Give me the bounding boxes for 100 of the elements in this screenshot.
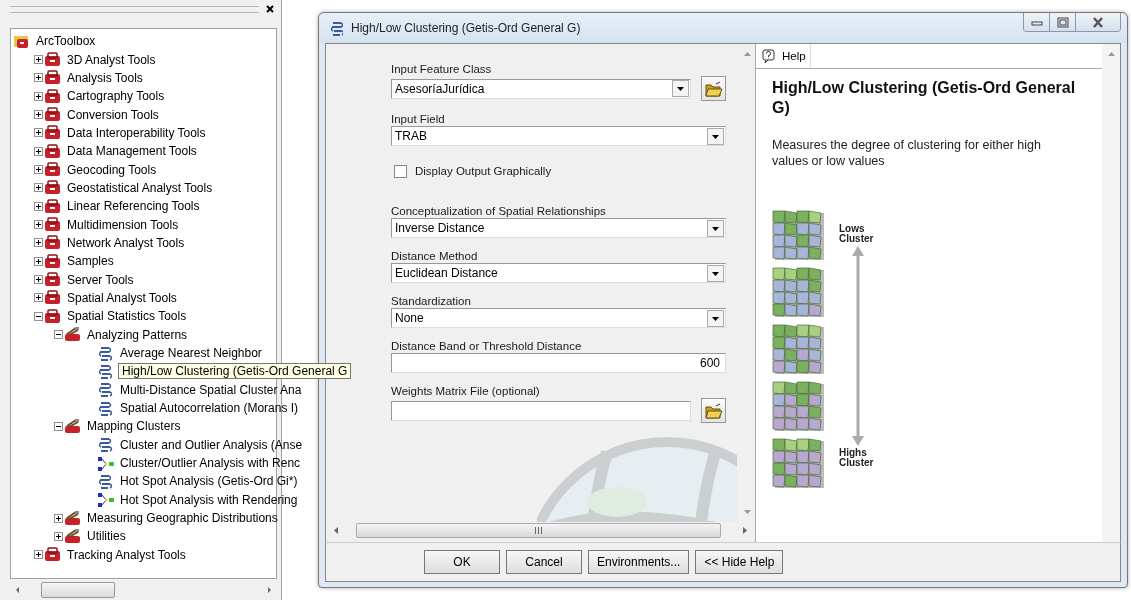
field-label: Distance Band or Threshold Distance — [391, 339, 583, 353]
script-icon — [97, 381, 114, 399]
field-label: Input Feature Class — [391, 62, 493, 76]
dropdown-field[interactable]: Euclidean Distance — [391, 263, 726, 283]
expand-icon[interactable] — [34, 183, 43, 193]
toolbox-icon — [44, 252, 61, 270]
collapse-icon[interactable] — [54, 421, 63, 431]
expand-icon[interactable] — [34, 201, 43, 211]
toolbox-icon — [44, 307, 61, 325]
toolbox-icon — [44, 69, 61, 87]
collapse-icon[interactable] — [34, 311, 43, 321]
tree-item[interactable]: Utilities — [85, 529, 128, 544]
input-field[interactable]: 600 — [391, 353, 726, 373]
browse-button[interactable] — [701, 398, 726, 423]
tree-item[interactable]: Cartography Tools — [65, 89, 167, 104]
toolset-icon — [64, 417, 81, 435]
tree-item[interactable]: High/Low Clustering (Getis-Ord General G — [118, 363, 352, 380]
map-thumbnail — [772, 438, 824, 488]
tree-item[interactable]: ArcToolbox — [34, 34, 98, 49]
scroll-left-icon[interactable] — [334, 526, 338, 534]
minimize-button[interactable] — [1024, 13, 1050, 31]
tree-item[interactable]: Spatial Statistics Tools — [65, 309, 189, 324]
checkbox-label[interactable]: Display Output Graphically — [415, 164, 552, 178]
tree-item[interactable]: Cluster and Outlier Analysis (Anse — [118, 437, 305, 452]
map-thumbnail — [772, 381, 824, 431]
tree-item[interactable]: Geostatistical Analyst Tools — [65, 180, 215, 195]
dialog-button[interactable]: << Hide Help — [695, 550, 784, 574]
tree-item[interactable]: Spatial Analyst Tools — [65, 291, 179, 305]
tree-item[interactable]: Tracking Analyst Tools — [65, 547, 188, 562]
tree-item[interactable]: Linear Referencing Tools — [65, 199, 202, 214]
toolbox-icon — [44, 124, 61, 142]
toolbox-icon — [44, 106, 61, 124]
toolbox-icon — [44, 51, 61, 68]
tree-item[interactable]: Samples — [65, 254, 116, 269]
expand-icon[interactable] — [34, 55, 43, 64]
script-icon — [97, 472, 114, 490]
field-label: Weights Matrix File (optional) — [391, 384, 541, 398]
expand-icon[interactable] — [34, 110, 43, 120]
expand-icon[interactable] — [34, 146, 43, 156]
scroll-right-icon[interactable] — [743, 526, 747, 534]
dialog-button[interactable]: Cancel — [506, 550, 582, 574]
checkbox[interactable] — [394, 164, 407, 178]
tree-item[interactable]: Data Management Tools — [65, 144, 199, 159]
expand-icon[interactable] — [34, 165, 43, 175]
tree-item[interactable]: Analyzing Patterns — [85, 327, 190, 342]
expand-icon[interactable] — [34, 550, 43, 560]
collapse-icon[interactable] — [54, 330, 63, 340]
tree-item[interactable]: Cluster/Outlier Analysis with Renc — [118, 456, 303, 471]
tree-item[interactable]: Data Interoperability Tools — [65, 125, 208, 140]
scroll-up-icon[interactable] — [1107, 52, 1115, 56]
toolbox-icon — [44, 289, 61, 307]
tree-item[interactable]: Hot Spot Analysis with Rendering — [118, 492, 300, 507]
expand-icon[interactable] — [34, 275, 43, 285]
browse-button[interactable] — [701, 76, 726, 101]
maximize-button[interactable] — [1050, 13, 1076, 31]
expand-icon[interactable] — [34, 73, 43, 83]
expand-icon[interactable] — [54, 513, 63, 523]
expand-icon[interactable] — [54, 531, 63, 541]
tree-item[interactable]: Multi-Distance Spatial Cluster Ana — [118, 382, 304, 397]
dropdown-field[interactable]: None — [391, 308, 726, 328]
expand-icon[interactable] — [34, 293, 43, 303]
dialog-button[interactable]: Environments... — [588, 550, 690, 574]
scroll-thumb[interactable] — [41, 581, 115, 598]
dropdown-field[interactable]: Inverse Distance — [391, 218, 726, 238]
tree-item[interactable]: Conversion Tools — [65, 107, 161, 122]
folder-icon — [704, 79, 723, 98]
tree-item[interactable]: Server Tools — [65, 272, 136, 287]
dropdown-field[interactable]: TRAB — [391, 126, 726, 146]
field-label: Distance Method — [391, 249, 479, 263]
expand-icon[interactable] — [34, 238, 43, 248]
map-thumbnail — [772, 210, 824, 260]
expand-icon[interactable] — [34, 128, 43, 138]
close-icon[interactable] — [265, 4, 275, 14]
help-description: Measures the degree of clustering for either high values or low values — [772, 137, 1042, 169]
close-button[interactable] — [1076, 13, 1120, 31]
tree-item[interactable]: Hot Spot Analysis (Getis-Ord Gi*) — [118, 474, 300, 489]
script-icon — [329, 20, 343, 36]
input-field[interactable] — [391, 400, 691, 421]
toolbox-icon — [44, 234, 61, 252]
map-thumbnail — [772, 267, 824, 317]
tree-item[interactable]: Measuring Geographic Distributions — [85, 511, 280, 526]
expand-icon[interactable] — [34, 91, 43, 101]
expand-icon[interactable] — [34, 256, 43, 266]
dialog-button[interactable]: OK — [424, 550, 500, 574]
toolbox-icon — [44, 271, 61, 289]
tree-item[interactable]: Network Analyst Tools — [65, 235, 187, 250]
dropdown-field[interactable]: AsesoríaJurídica — [391, 78, 691, 99]
field-label: Input Field — [391, 112, 446, 126]
tree-item[interactable]: Spatial Autocorrelation (Morans I) — [118, 401, 301, 416]
tree-item[interactable]: Average Nearest Neighbor — [118, 346, 264, 360]
help-title: High/Low Clustering (Getis-Ord General G) — [772, 78, 1077, 118]
tree-item[interactable]: Multidimension Tools — [65, 217, 181, 232]
tree-item[interactable]: Geocoding Tools — [65, 162, 159, 177]
help-icon — [762, 49, 776, 63]
tree-item[interactable]: Mapping Clusters — [85, 419, 183, 434]
tree-item[interactable]: Analysis Tools — [65, 70, 145, 85]
close-icon — [1091, 15, 1105, 29]
expand-icon[interactable] — [34, 220, 43, 230]
tree-item[interactable]: 3D Analyst Tools — [65, 52, 158, 67]
toolset-icon — [64, 527, 81, 545]
